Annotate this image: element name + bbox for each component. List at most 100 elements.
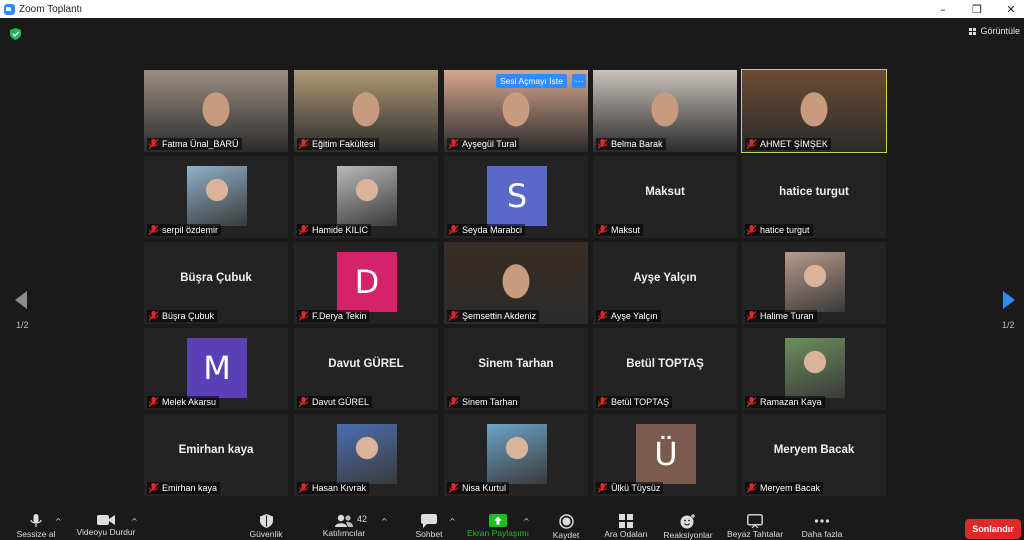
- end-meeting-button[interactable]: Sonlandır: [965, 519, 1021, 539]
- participant-tile[interactable]: Ayşegül Tural Sesi Açmayı İste ···: [444, 70, 588, 152]
- participants-icon: [335, 514, 353, 527]
- left-arrow-icon[interactable]: [14, 290, 28, 310]
- mic-off-icon: [746, 311, 757, 321]
- participant-display-name: Maksut: [645, 186, 685, 198]
- participant-tile[interactable]: Ü Ülkü Tüysüz: [593, 414, 737, 496]
- view-button[interactable]: Görüntüle: [969, 26, 1020, 36]
- mic-off-icon: [448, 139, 459, 149]
- chat-button[interactable]: Sohbet: [410, 513, 448, 540]
- participant-name: Eğitim Fakültesi: [312, 139, 376, 149]
- mic-off-icon: [746, 397, 757, 407]
- mic-icon: [30, 514, 42, 527]
- participant-photo: [487, 424, 547, 484]
- participant-tile[interactable]: Hamide KILIC: [294, 156, 438, 238]
- right-arrow-icon[interactable]: [1002, 290, 1016, 310]
- chat-label: Sohbet: [415, 529, 443, 539]
- view-button-label: Görüntüle: [980, 26, 1020, 36]
- security-icon: [259, 514, 273, 528]
- tile-more-options-button[interactable]: ···: [572, 74, 586, 88]
- participant-tile[interactable]: Emirhan kaya Emirhan kaya: [144, 414, 288, 496]
- participant-tile[interactable]: Şemsettin Akdeniz: [444, 242, 588, 324]
- more-button[interactable]: Daha fazla: [798, 513, 846, 540]
- stop-video-label: Videoyu Durdur: [76, 527, 136, 537]
- participant-name: Şemsettin Akdeniz: [462, 311, 537, 321]
- reactions-label: Reaksiyonlar: [663, 530, 713, 540]
- participant-name: Seyda Marabci: [462, 225, 523, 235]
- mic-off-icon: [597, 311, 608, 321]
- record-button[interactable]: Kaydet: [548, 513, 584, 540]
- whiteboard-icon: [747, 514, 763, 528]
- reactions-button[interactable]: Reaksiyonlar: [660, 513, 716, 540]
- participant-name: Hasan Kıvrak: [312, 483, 367, 493]
- participant-display-name: hatice turgut: [779, 186, 849, 198]
- participant-name-label: Ayşegül Tural: [447, 138, 520, 150]
- participant-tile[interactable]: Ayşe Yalçın Ayşe Yalçın: [593, 242, 737, 324]
- participant-name: serpil özdemir: [162, 225, 219, 235]
- participant-tile[interactable]: Nisa Kurtul: [444, 414, 588, 496]
- participant-tile[interactable]: serpil özdemir: [144, 156, 288, 238]
- minimize-button[interactable]: –: [926, 0, 960, 18]
- participant-name-label: Emirhan kaya: [147, 482, 221, 494]
- participants-options-caret[interactable]: ^: [381, 517, 388, 526]
- participant-initial-avatar: Ü: [636, 424, 696, 484]
- restore-button[interactable]: ❐: [960, 0, 994, 18]
- participant-name-label: Ayşe Yalçın: [596, 310, 661, 322]
- breakout-rooms-button[interactable]: Ara Odaları: [600, 513, 652, 540]
- mic-off-icon: [448, 397, 459, 407]
- participant-tile[interactable]: hatice turgut hatice turgut: [742, 156, 886, 238]
- participant-name-label: Hamide KILIC: [297, 224, 372, 236]
- participant-name-label: Hasan Kıvrak: [297, 482, 370, 494]
- participant-display-name: Meryem Bacak: [773, 444, 855, 456]
- breakout-icon: [619, 514, 633, 528]
- participant-tile[interactable]: D F.Derya Tekin: [294, 242, 438, 324]
- participant-tile[interactable]: Fatma Ünal_BARÜ: [144, 70, 288, 152]
- request-unmute-button[interactable]: Sesi Açmayı İste: [496, 74, 567, 88]
- mic-off-icon: [746, 483, 757, 493]
- mic-off-icon: [298, 225, 309, 235]
- participant-tile[interactable]: Belma Barak: [593, 70, 737, 152]
- participant-tile[interactable]: Maksut Maksut: [593, 156, 737, 238]
- participant-tile[interactable]: Sinem Tarhan Sinem Tarhan: [444, 328, 588, 410]
- participant-name: F.Derya Tekin: [312, 311, 367, 321]
- more-icon: [814, 519, 830, 523]
- chat-options-caret[interactable]: ^: [449, 517, 456, 526]
- mute-button[interactable]: Sessize al: [16, 513, 56, 540]
- breakout-rooms-label: Ara Odaları: [604, 529, 648, 539]
- participant-tile[interactable]: Büşra Çubuk Büşra Çubuk: [144, 242, 288, 324]
- mic-off-icon: [148, 397, 159, 407]
- participant-tile[interactable]: Hasan Kıvrak: [294, 414, 438, 496]
- mute-options-caret[interactable]: ^: [55, 517, 62, 526]
- participant-name: Davut GÜREL: [312, 397, 370, 407]
- participant-tile[interactable]: Betül TOPTAŞ Betül TOPTAŞ: [593, 328, 737, 410]
- participant-name: Ramazan Kaya: [760, 397, 822, 407]
- whiteboards-button[interactable]: Beyaz Tahtalar: [724, 513, 786, 540]
- participant-name-label: F.Derya Tekin: [297, 310, 370, 322]
- close-button[interactable]: ✕: [994, 0, 1024, 18]
- participant-tile[interactable]: Halime Turan: [742, 242, 886, 324]
- participant-tile[interactable]: S Seyda Marabci: [444, 156, 588, 238]
- security-button[interactable]: Güvenlik: [244, 513, 288, 540]
- participant-tile[interactable]: AHMET ŞİMŞEK: [741, 69, 887, 153]
- participant-tile[interactable]: Ramazan Kaya: [742, 328, 886, 410]
- stop-video-button[interactable]: Videoyu Durdur: [72, 513, 140, 540]
- mic-off-icon: [597, 139, 608, 149]
- participant-tile[interactable]: Meryem Bacak Meryem Bacak: [742, 414, 886, 496]
- participant-name: Halime Turan: [760, 311, 814, 321]
- video-options-caret[interactable]: ^: [131, 517, 138, 526]
- participant-name: AHMET ŞİMŞEK: [760, 139, 828, 149]
- share-options-caret[interactable]: ^: [523, 517, 530, 526]
- participant-tile[interactable]: M Melek Akarsu: [144, 328, 288, 410]
- share-screen-button[interactable]: Ekran Paylaşımı: [464, 513, 532, 540]
- share-screen-icon: [489, 514, 507, 527]
- chat-icon: [421, 514, 437, 528]
- participant-name: Ülkü Tüysüz: [611, 483, 661, 493]
- participant-name: hatice turgut: [760, 225, 810, 235]
- participant-photo: [337, 424, 397, 484]
- mic-off-icon: [148, 483, 159, 493]
- shield-icon[interactable]: [10, 28, 21, 40]
- participant-tile[interactable]: Davut GÜREL Davut GÜREL: [294, 328, 438, 410]
- participant-tile[interactable]: Eğitim Fakültesi: [294, 70, 438, 152]
- meeting-stage: Görüntüle 1/2 1/2 Fatma Ünal_BARÜ Eğitim …: [0, 18, 1024, 513]
- mic-off-icon: [298, 397, 309, 407]
- participant-name: Ayşegül Tural: [462, 139, 517, 149]
